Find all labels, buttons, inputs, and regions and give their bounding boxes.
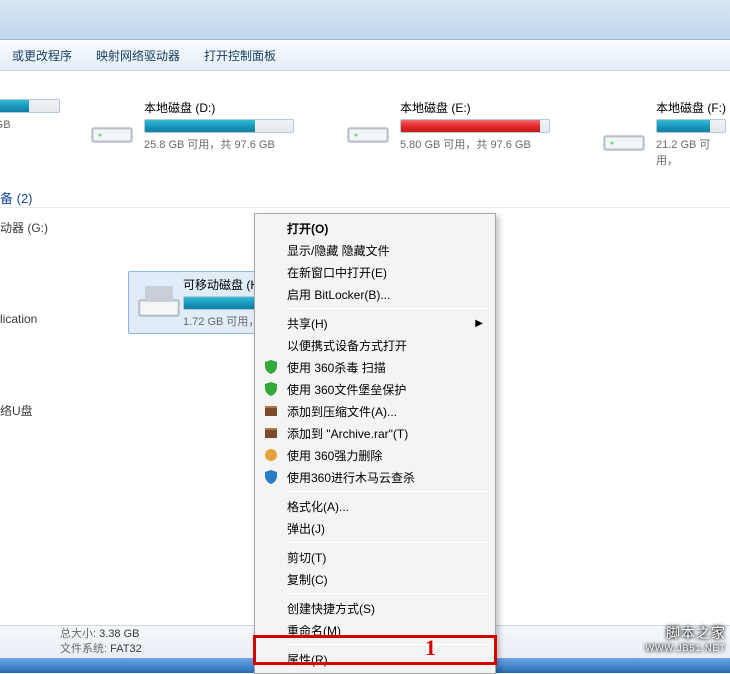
status-size: 总大小: 3.38 GB 文件系统: FAT32 xyxy=(60,627,142,657)
menu-open[interactable]: 打开(O) xyxy=(257,217,493,239)
drive-f-text: 21.2 GB 可用， xyxy=(656,136,726,168)
section-removable: 备 (2) xyxy=(0,176,730,212)
menu-bitlocker[interactable]: 启用 BitLocker(B)... xyxy=(257,283,493,305)
menu-share[interactable]: 共享(H)▶ xyxy=(257,312,493,334)
window-titlebar xyxy=(0,0,730,40)
explorer-toolbar: 或更改程序 映射网络驱动器 打开控制面板 xyxy=(0,40,730,71)
delete-icon xyxy=(263,447,279,463)
menu-format[interactable]: 格式化(A)... xyxy=(257,495,493,517)
sidebar-fragment: 动器 (G:) lication 络U盘 xyxy=(0,326,48,427)
menu-360-protect[interactable]: 使用 360文件堡垒保护 xyxy=(257,378,493,400)
menu-add-archive-rar[interactable]: 添加到 "Archive.rar"(T) xyxy=(257,422,493,444)
shield-blue-icon xyxy=(263,469,279,485)
toolbar-control-panel[interactable]: 打开控制面板 xyxy=(192,47,288,64)
sidebar-drive-g[interactable]: 动器 (G:) xyxy=(0,211,48,244)
menu-360-scan[interactable]: 使用 360杀毒 扫描 xyxy=(257,356,493,378)
menu-separator xyxy=(287,644,491,645)
annotation-number: 1 xyxy=(425,635,436,661)
hdd-icon xyxy=(600,110,648,158)
menu-separator xyxy=(287,308,491,309)
shield-green-icon xyxy=(263,381,279,397)
menu-360-force-delete[interactable]: 使用 360强力删除 xyxy=(257,444,493,466)
drive-e-label: 本地磁盘 (E:) xyxy=(400,99,550,116)
menu-rename[interactable]: 重命名(M) xyxy=(257,619,493,641)
menu-portable-device[interactable]: 以便携式设备方式打开 xyxy=(257,334,493,356)
menu-copy[interactable]: 复制(C) xyxy=(257,568,493,590)
menu-separator xyxy=(287,542,491,543)
sidebar-application[interactable]: lication xyxy=(0,304,48,334)
toolbar-map-drive[interactable]: 映射网络驱动器 xyxy=(84,47,192,64)
menu-add-archive[interactable]: 添加到压缩文件(A)... xyxy=(257,400,493,422)
menu-create-shortcut[interactable]: 创建快捷方式(S) xyxy=(257,597,493,619)
toolbar-uninstall[interactable]: 或更改程序 xyxy=(0,47,84,64)
submenu-arrow-icon: ▶ xyxy=(475,318,483,329)
menu-eject[interactable]: 弹出(J) xyxy=(257,517,493,539)
context-menu: 打开(O) 显示/隐藏 隐藏文件 在新窗口中打开(E) 启用 BitLocker… xyxy=(254,213,496,674)
drive-d[interactable]: 本地磁盘 (D:) 25.8 GB 可用，共 97.6 GB xyxy=(88,99,316,152)
winrar-icon xyxy=(263,425,279,441)
sidebar-net-usb[interactable]: 络U盘 xyxy=(0,394,48,427)
hdd-icon xyxy=(344,102,392,150)
menu-cut[interactable]: 剪切(T) xyxy=(257,546,493,568)
menu-properties[interactable]: 属性(R) xyxy=(257,648,493,670)
drive-d-text: 25.8 GB 可用，共 97.6 GB xyxy=(144,136,294,152)
menu-separator xyxy=(287,593,491,594)
menu-hide-files[interactable]: 显示/隐藏 隐藏文件 xyxy=(257,239,493,261)
local-drives-row: , 共 24.4 GB 本地磁盘 (D:) 25.8 GB 可用，共 97.6 … xyxy=(0,71,730,168)
menu-360-cloud-scan[interactable]: 使用360进行木马云查杀 xyxy=(257,466,493,488)
drive-f-label: 本地磁盘 (F:) xyxy=(656,99,726,116)
menu-separator xyxy=(287,491,491,492)
drive-partial[interactable]: , 共 24.4 GB xyxy=(0,99,60,132)
menu-new-window[interactable]: 在新窗口中打开(E) xyxy=(257,261,493,283)
hdd-icon xyxy=(88,102,136,150)
drive-e-text: 5.80 GB 可用，共 97.6 GB xyxy=(400,136,550,152)
removable-disk-icon xyxy=(135,276,175,316)
shield-green-icon xyxy=(263,359,279,375)
drive-d-label: 本地磁盘 (D:) xyxy=(144,99,294,116)
drive-f[interactable]: 本地磁盘 (F:) 21.2 GB 可用， xyxy=(600,99,720,168)
drive-e[interactable]: 本地磁盘 (E:) 5.80 GB 可用，共 97.6 GB xyxy=(344,99,572,152)
drive-partial-text: , 共 24.4 GB xyxy=(0,116,60,132)
winrar-icon xyxy=(263,403,279,419)
